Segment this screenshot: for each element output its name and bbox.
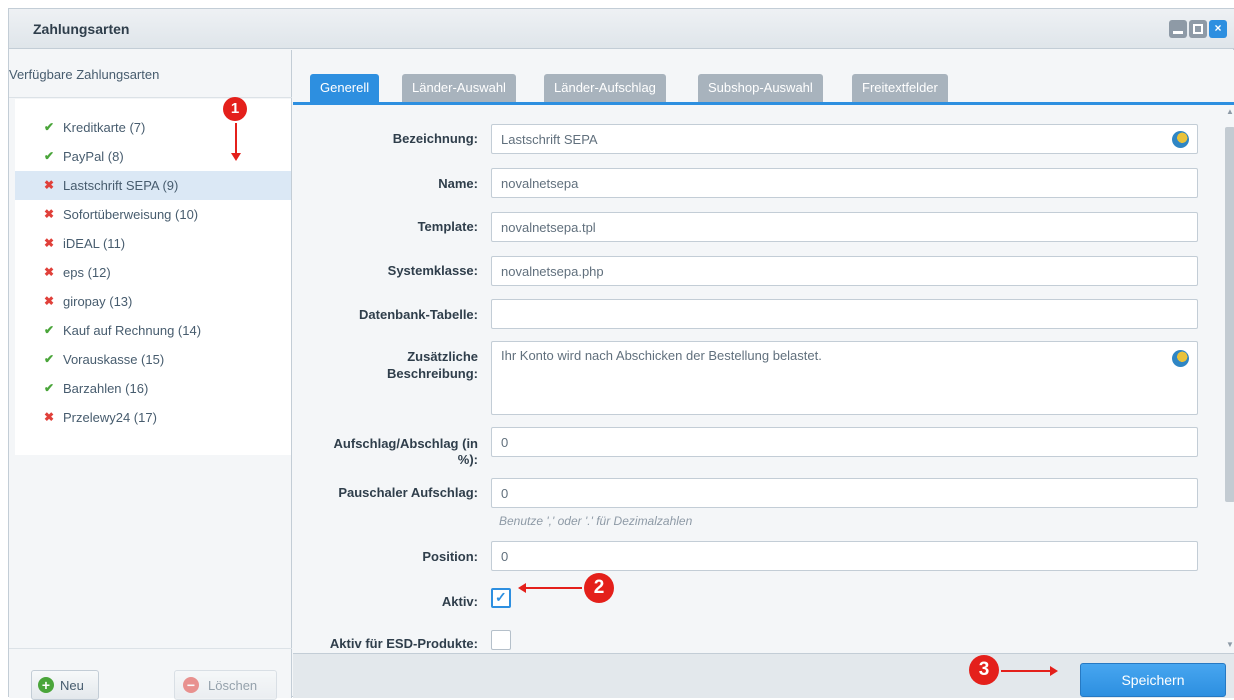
- list-item[interactable]: ✖ Przelewy24 (17): [15, 403, 291, 432]
- aufschlag-label-1: Aufschlag/Abschlag (in: [333, 436, 478, 451]
- check-icon: ✔: [43, 120, 55, 134]
- form-footer: Speichern: [293, 653, 1234, 698]
- template-input[interactable]: novalnetsepa.tpl: [491, 212, 1198, 242]
- minimize-icon[interactable]: [1169, 20, 1187, 38]
- save-button[interactable]: Speichern: [1080, 663, 1226, 697]
- plus-icon: +: [38, 677, 54, 693]
- beschreibung-label-2: Beschreibung:: [386, 366, 478, 381]
- datenbank-input[interactable]: [491, 299, 1198, 329]
- minus-icon: −: [183, 677, 199, 693]
- general-form: Bezeichnung: Lastschrift SEPA Name: nova…: [293, 105, 1223, 653]
- annotation-arrow-right: [1001, 670, 1051, 672]
- list-header-title: Verfügbare Zahlungsarten: [9, 67, 160, 82]
- close-icon[interactable]: ×: [1209, 20, 1227, 38]
- annotation-step-2: 2: [584, 573, 614, 603]
- globe-icon[interactable]: [1172, 131, 1189, 148]
- bezeichnung-input[interactable]: Lastschrift SEPA: [491, 124, 1198, 154]
- list-footer: + Neu − Löschen: [9, 648, 292, 700]
- check-icon: ✔: [43, 323, 55, 337]
- name-input[interactable]: novalnetsepa: [491, 168, 1198, 198]
- checkmark-icon: ✓: [495, 589, 507, 605]
- cross-icon: ✖: [43, 236, 55, 250]
- form-scrollbar[interactable]: ▲ ▼: [1225, 105, 1234, 653]
- pauschal-label: Pauschaler Aufschlag:: [338, 485, 478, 500]
- decimal-hint: Benutze ',' oder '.' für Dezimalzahlen: [499, 514, 693, 528]
- payment-methods-list-panel: Verfügbare Zahlungsarten ✔ Kreditkarte (7…: [9, 50, 292, 700]
- scroll-down-icon[interactable]: ▼: [1225, 640, 1234, 649]
- systemklasse-label: Systemklasse:: [387, 263, 478, 278]
- bezeichnung-label: Bezeichnung:: [392, 131, 478, 146]
- window-title: Zahlungsarten: [33, 21, 130, 37]
- annotation-arrowhead-right: [1050, 666, 1058, 676]
- beschreibung-textarea[interactable]: Ihr Konto wird nach Abschicken der Beste…: [491, 341, 1198, 415]
- cross-icon: ✖: [43, 410, 55, 424]
- annotation-arrowhead-down: [231, 153, 241, 161]
- beschreibung-label-1: Zusätzliche: [407, 349, 478, 364]
- list-item[interactable]: ✔ Kreditkarte (7): [15, 113, 291, 142]
- cross-icon: ✖: [43, 178, 55, 192]
- check-icon: ✔: [43, 149, 55, 163]
- datenbank-label: Datenbank-Tabelle:: [359, 307, 478, 322]
- name-label: Name:: [438, 176, 478, 191]
- pauschal-input[interactable]: 0: [491, 478, 1198, 508]
- new-button[interactable]: + Neu: [31, 670, 99, 700]
- window-titlebar[interactable]: Zahlungsarten ×: [9, 9, 1234, 49]
- systemklasse-input[interactable]: novalnetsepa.php: [491, 256, 1198, 286]
- list-item[interactable]: ✔ Vorauskasse (15): [15, 345, 291, 374]
- cross-icon: ✖: [43, 207, 55, 221]
- aktiv-checkbox[interactable]: ✓: [491, 588, 511, 608]
- annotation-step-3: 3: [969, 655, 999, 685]
- list-item[interactable]: ✖ giropay (13): [15, 287, 291, 316]
- check-icon: ✔: [43, 352, 55, 366]
- tab-bar: Generell Länder-Auswahl Länder-Aufschlag…: [293, 50, 1234, 105]
- scrollbar-thumb[interactable]: [1225, 127, 1234, 502]
- annotation-arrow-left: [526, 587, 582, 589]
- list-item[interactable]: ✖ eps (12): [15, 258, 291, 287]
- list-item[interactable]: ✔ Kauf auf Rechnung (14): [15, 316, 291, 345]
- aufschlag-input[interactable]: 0: [491, 427, 1198, 457]
- maximize-icon[interactable]: [1189, 20, 1207, 38]
- tab-generell[interactable]: Generell: [310, 74, 380, 102]
- list-item[interactable]: ✔ Barzahlen (16): [15, 374, 291, 403]
- payment-methods-window: Zahlungsarten × Verfügbare Zahlungsarten…: [8, 8, 1234, 700]
- check-icon: ✔: [43, 381, 55, 395]
- cross-icon: ✖: [43, 265, 55, 279]
- tab-subshop-auswahl[interactable]: Subshop-Auswahl: [698, 74, 823, 102]
- list-item-selected[interactable]: ✖ Lastschrift SEPA (9): [15, 171, 291, 200]
- tab-freitextfelder[interactable]: Freitextfelder: [852, 74, 948, 102]
- position-input[interactable]: 0: [491, 541, 1198, 571]
- annotation-step-1: 1: [223, 97, 247, 121]
- list-item[interactable]: ✖ Sofortüberweisung (10): [15, 200, 291, 229]
- aktiv-label: Aktiv:: [441, 594, 478, 609]
- payment-methods-tree: ✔ Kreditkarte (7) ✔ PayPal (8) ✖ Lastschrif…: [15, 99, 291, 455]
- aufschlag-label-2: %):: [457, 452, 478, 467]
- details-panel: Generell Länder-Auswahl Länder-Aufschlag…: [293, 50, 1234, 698]
- annotation-arrowhead-left: [518, 583, 526, 593]
- globe-icon[interactable]: [1172, 350, 1189, 367]
- template-label: Template:: [417, 219, 478, 234]
- list-header: Verfügbare Zahlungsarten: [9, 50, 292, 98]
- delete-button[interactable]: − Löschen: [174, 670, 277, 700]
- aktiv-esd-label: Aktiv für ESD-Produkte:: [329, 636, 478, 651]
- cross-icon: ✖: [43, 294, 55, 308]
- aktiv-esd-checkbox[interactable]: [491, 630, 511, 650]
- tab-laender-aufschlag[interactable]: Länder-Aufschlag: [544, 74, 666, 102]
- scroll-up-icon[interactable]: ▲: [1225, 107, 1234, 116]
- tab-laender-auswahl[interactable]: Länder-Auswahl: [402, 74, 516, 102]
- list-item[interactable]: ✖ iDEAL (11): [15, 229, 291, 258]
- annotation-arrow-down: [235, 123, 237, 155]
- position-label: Position:: [422, 549, 478, 564]
- list-item[interactable]: ✔ PayPal (8): [15, 142, 291, 171]
